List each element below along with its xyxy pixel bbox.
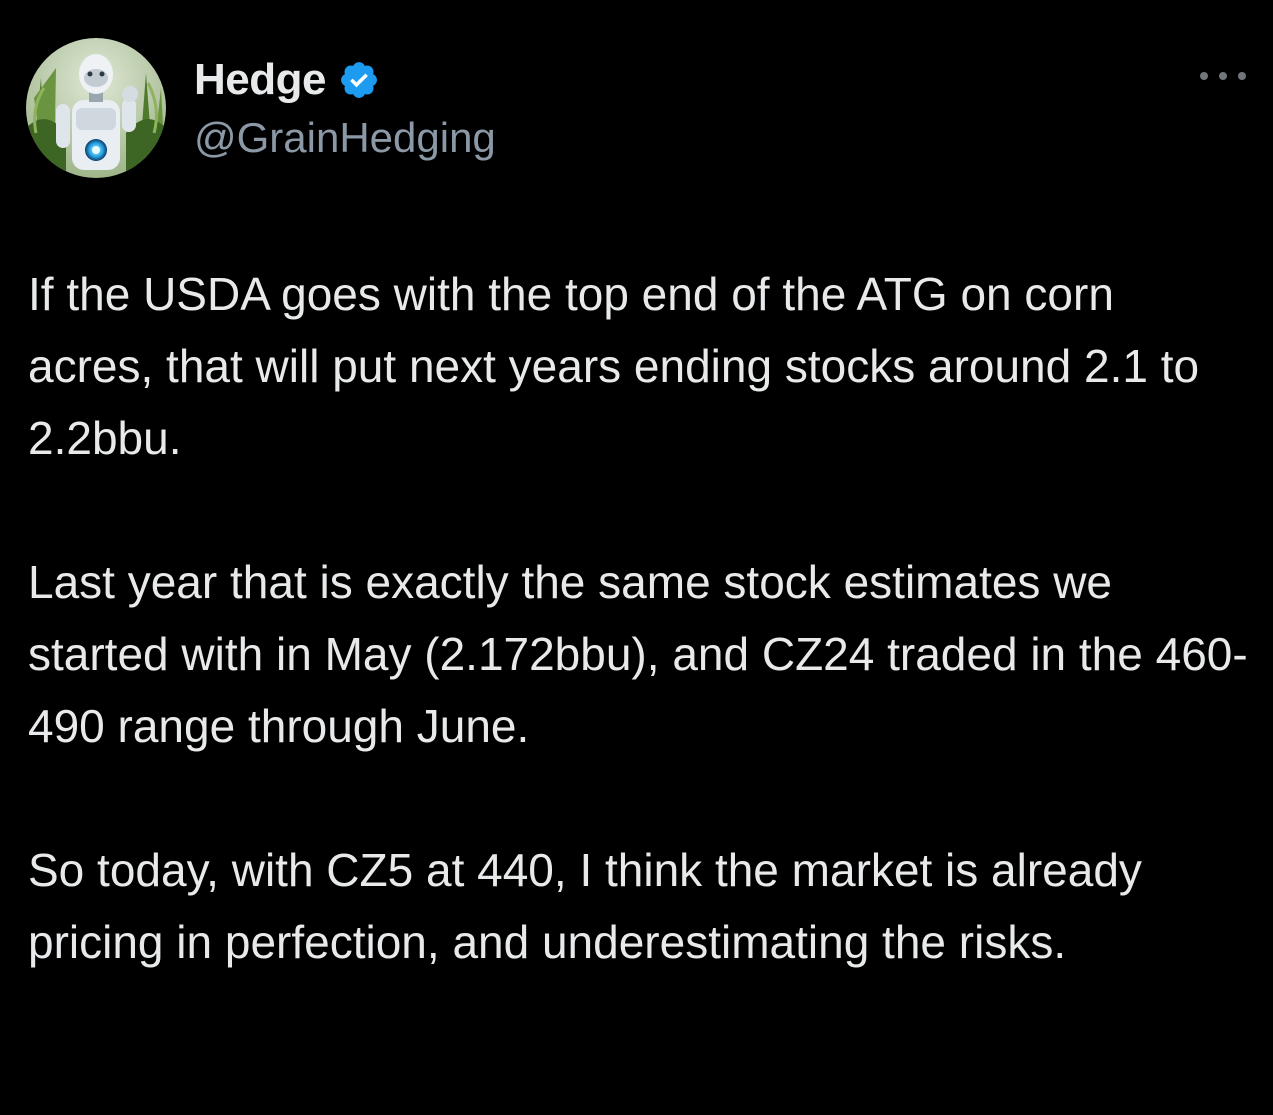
display-name-row: Hedge bbox=[194, 52, 496, 108]
author-names: Hedge @GrainHedging bbox=[194, 52, 496, 162]
verified-badge-icon bbox=[338, 59, 380, 101]
more-dot bbox=[1238, 72, 1246, 80]
tweet-text: If the USDA goes with the top end of the… bbox=[28, 258, 1248, 978]
tweet-header: Hedge @GrainHedging bbox=[26, 38, 1246, 178]
author-handle[interactable]: @GrainHedging bbox=[194, 114, 496, 162]
avatar[interactable] bbox=[26, 38, 166, 178]
tweet-paragraph: If the USDA goes with the top end of the… bbox=[28, 268, 1200, 464]
tweet-card: Hedge @GrainHedging If the USDA goes wit… bbox=[0, 0, 1273, 1115]
more-options-icon[interactable] bbox=[1200, 66, 1246, 86]
more-dot bbox=[1200, 72, 1208, 80]
tweet-paragraph: Last year that is exactly the same stock… bbox=[28, 556, 1248, 752]
robot-in-cornfield-avatar-icon bbox=[26, 38, 166, 178]
tweet-paragraph: So today, with CZ5 at 440, I think the m… bbox=[28, 844, 1142, 968]
display-name[interactable]: Hedge bbox=[194, 55, 326, 105]
more-dot bbox=[1219, 72, 1227, 80]
